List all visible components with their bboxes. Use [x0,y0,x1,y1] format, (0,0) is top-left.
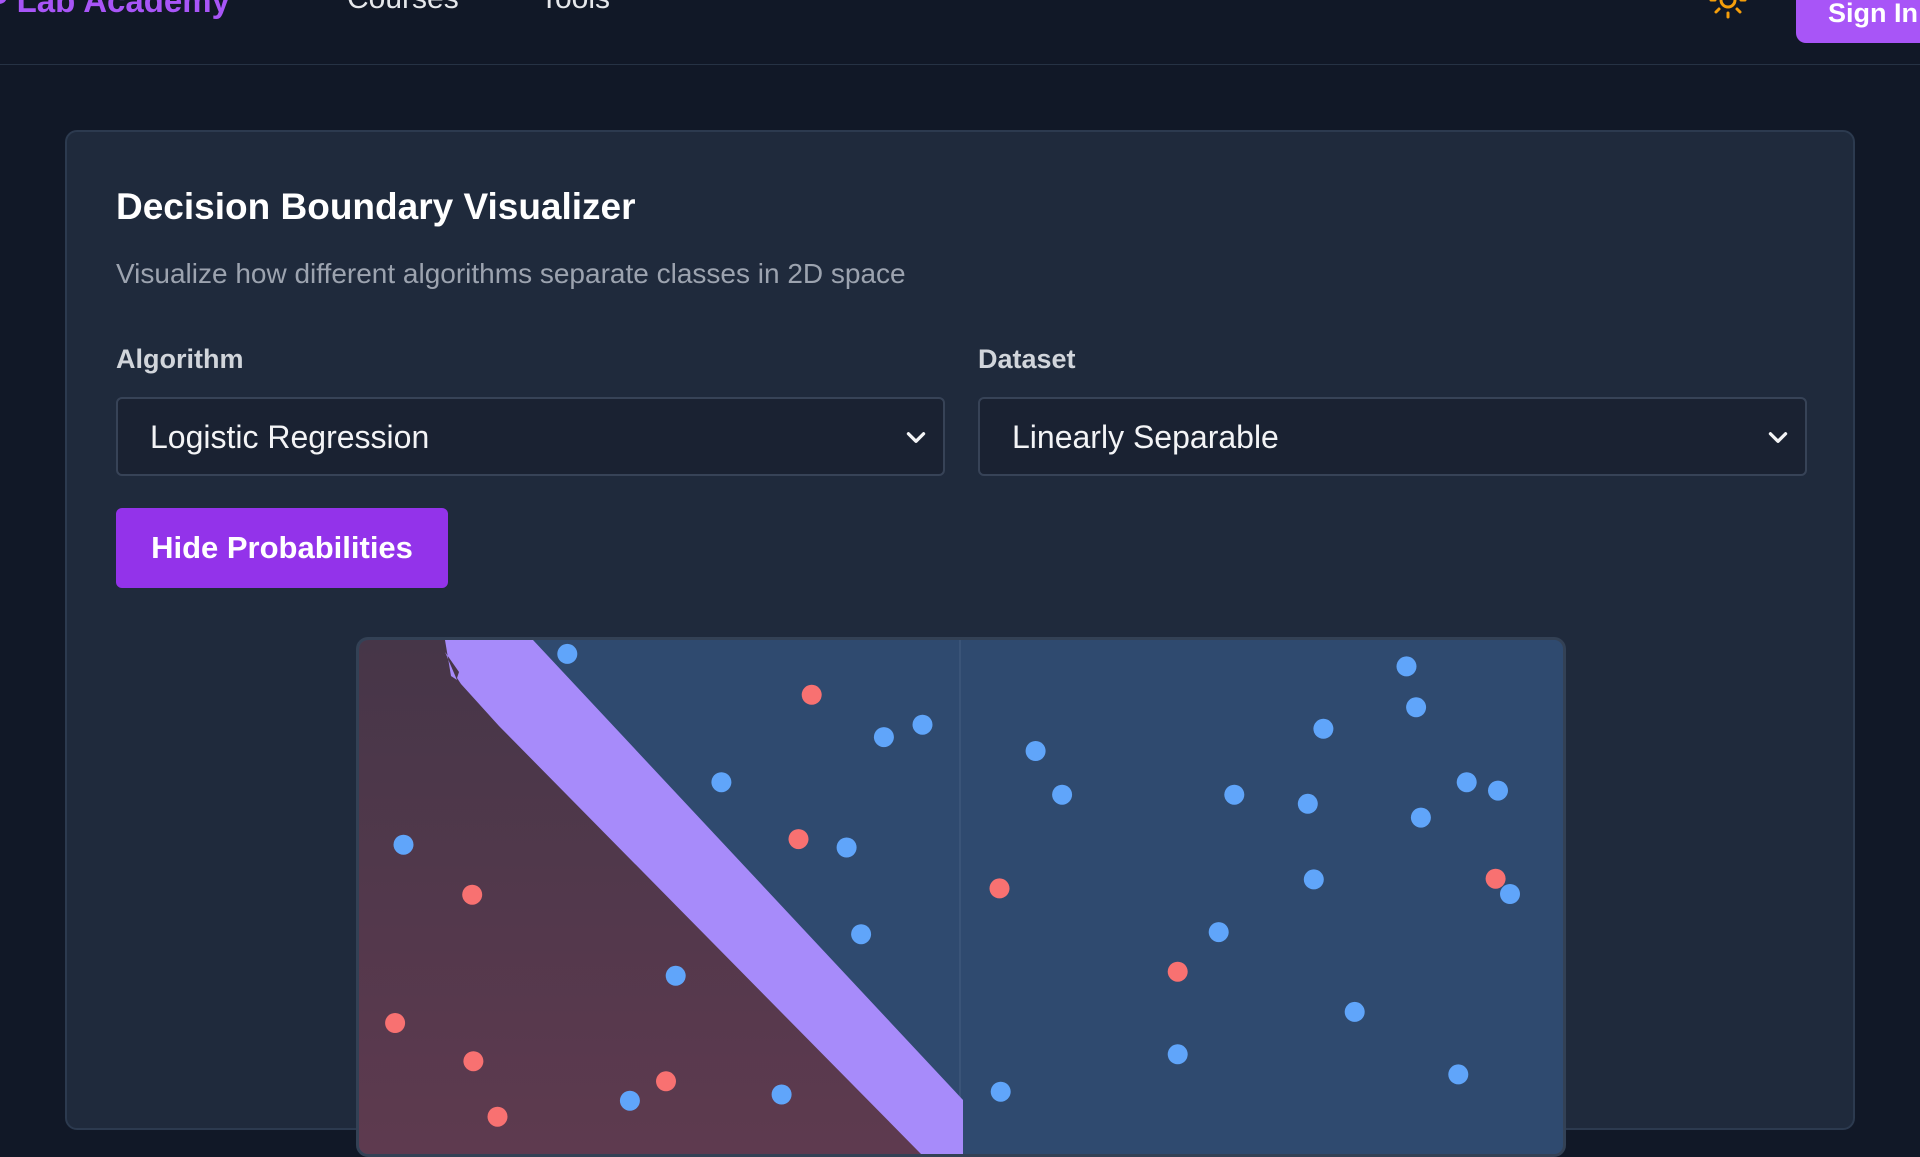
data-point-blue [912,714,933,735]
page-title: Decision Boundary Visualizer [116,186,636,227]
data-point-blue [619,1090,640,1111]
data-point-blue [1303,869,1324,890]
data-point-blue [873,727,894,748]
data-point-blue [1396,656,1417,677]
data-point-blue [990,1081,1011,1102]
data-point-blue [1410,807,1431,828]
data-point-blue [711,772,732,793]
nav-courses[interactable]: Courses [347,0,459,16]
data-point-blue [851,924,872,945]
data-point-blue [836,837,857,858]
top-navbar: P Lab Academy Courses Tools Sign In [0,0,1920,65]
sun-icon[interactable] [1708,0,1748,20]
brand-logo[interactable]: P Lab Academy [0,0,230,20]
data-point-blue [1025,741,1046,761]
plot-canvas [359,640,1563,1154]
data-point-red [788,829,809,850]
data-point-blue [1224,784,1245,805]
data-point-red [656,1071,676,1092]
data-point-red [462,884,483,905]
data-point-blue [1297,793,1318,814]
data-point-blue [1456,772,1477,793]
data-point-red [989,878,1010,899]
dataset-select[interactable]: Linearly Separable [978,397,1807,476]
data-point-red [1485,868,1506,889]
nav-tools[interactable]: Tools [540,0,610,16]
hide-probabilities-button[interactable]: Hide Probabilities [116,508,448,588]
data-point-red [801,684,822,705]
data-point-blue [1448,1064,1469,1085]
data-point-blue [1052,784,1073,805]
algorithm-select-value: Logistic Regression [150,419,430,455]
algorithm-label: Algorithm [116,344,244,374]
data-point-red [487,1106,508,1127]
data-point-red [1167,961,1188,982]
decision-boundary-plot[interactable] [356,637,1566,1157]
data-point-blue [1406,697,1427,718]
data-point-blue [771,1084,792,1105]
dataset-select-value: Linearly Separable [1012,419,1279,455]
algorithm-select[interactable]: Logistic Regression [116,397,945,476]
grid-divider [959,640,961,1154]
data-point-blue [1344,1001,1365,1022]
dataset-label: Dataset [978,344,1076,374]
data-point-blue [1167,1044,1188,1065]
data-point-blue [1500,884,1520,904]
data-point-blue [665,965,686,986]
data-point-red [385,1013,406,1033]
data-point-blue [1208,922,1229,943]
data-point-blue [1313,718,1334,739]
data-point-blue [1488,780,1508,801]
page-subtitle: Visualize how different algorithms separ… [116,258,906,289]
chevron-down-icon [906,432,926,443]
chevron-down-icon [1768,432,1788,443]
data-point-red [463,1051,484,1072]
data-point-blue [557,643,578,664]
data-point-blue [393,834,414,855]
sign-in-button[interactable]: Sign In [1796,0,1920,43]
visualizer-card: Decision Boundary Visualizer Visualize h… [65,130,1855,1157]
